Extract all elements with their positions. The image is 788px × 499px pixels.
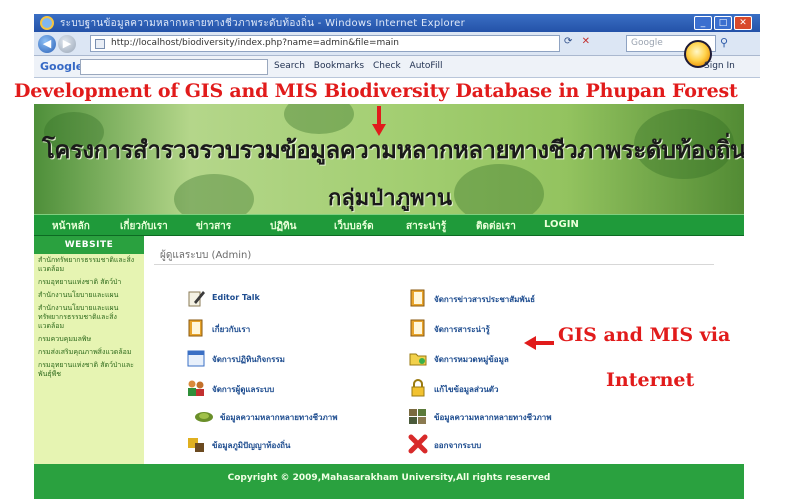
sidebar-link[interactable]: สำนักงานนโยบายและแผนทรัพยากรธรรมชาติและส… — [34, 302, 144, 333]
back-button[interactable]: ◀ — [38, 35, 56, 53]
menu-item-contact[interactable]: ติดต่อเรา — [476, 219, 516, 234]
google-logo: Google — [40, 60, 84, 73]
address-actions: ⟳ ✕ — [564, 36, 590, 47]
book-icon — [410, 319, 425, 337]
address-toolbar: ◀ ▶ http://localhost/biodiversity/index.… — [34, 32, 760, 56]
close-button[interactable]: ✕ — [734, 16, 752, 30]
arrow-left-icon — [524, 336, 554, 350]
sidebar: WEBSITE สำนักทรัพยากรธรรมชาติและสิ่งแวดล… — [34, 236, 144, 464]
page-icon — [95, 39, 105, 49]
logout-icon — [408, 434, 428, 454]
autofill-button[interactable]: AutoFill — [410, 61, 443, 71]
sidebar-link[interactable]: สำนักงานนโยบายและแผน — [34, 289, 144, 302]
sidebar-link[interactable]: กรมอุทยานแห่งชาติ สัตว์ป่า — [34, 276, 144, 289]
window-titlebar: ระบบฐานข้อมูลความหลากหลายทางชีวภาพระดับท… — [34, 14, 760, 32]
admin-item-label: ข้อมูลความหลากหลายทางชีวภาพ — [434, 413, 552, 422]
folder-icon — [409, 353, 427, 366]
site-banner: โครงการสำรวจรวบรวมข้อมูลความหลากหลายทางช… — [34, 104, 744, 214]
annotation-note-line2: Internet — [606, 369, 695, 391]
breadcrumb: ผู้ดูแลระบบ (Admin) — [160, 250, 252, 261]
screenshot: ระบบฐานข้อมูลความหลากหลายทางชีวภาพระดับท… — [0, 0, 788, 499]
menu-item-login[interactable]: LOGIN — [544, 219, 579, 230]
sidebar-header: WEBSITE — [34, 236, 144, 254]
banner-title: โครงการสำรวจรวบรวมข้อมูลความหลากหลายทางช… — [42, 136, 744, 164]
bookmarks-button[interactable]: Bookmarks — [314, 61, 364, 71]
stop-icon[interactable]: ✕ — [582, 36, 590, 47]
menu-item-knowledge[interactable]: สาระน่ารู้ — [406, 219, 446, 234]
admin-item-label: จัดการข่าวสารประชาสัมพันธ์ — [434, 295, 536, 304]
site-footer: Copyright © 2009,Mahasarakham University… — [34, 464, 744, 499]
maximize-button[interactable]: □ — [714, 16, 732, 30]
book-icon — [410, 289, 425, 307]
users-icon — [188, 380, 204, 396]
plant-icon — [195, 412, 213, 422]
lock-icon — [411, 379, 425, 397]
menu-item-webboard[interactable]: เว็บบอร์ด — [334, 219, 374, 234]
copyright-text: Copyright © 2009,Mahasarakham University… — [227, 473, 551, 483]
admin-item-label: Editor Talk — [212, 293, 260, 302]
admin-item-label: จัดการผู้ดูแลระบบ — [212, 385, 275, 394]
book-icon — [188, 319, 203, 337]
sidebar-link[interactable]: กรมอุทยานแห่งชาติ สัตว์ป่าและพันธุ์พืช — [34, 359, 144, 381]
menu-item-news[interactable]: ข่าวสาร — [196, 219, 231, 234]
menu-item-calendar[interactable]: ปฏิทิน — [270, 219, 297, 234]
minimize-button[interactable]: _ — [694, 16, 712, 30]
admin-item-label: ออกจากระบบ — [434, 441, 482, 450]
refresh-icon[interactable]: ⟳ — [564, 36, 572, 47]
admin-item-label: จัดการหมวดหมู่ข้อมูล — [434, 355, 509, 364]
admin-item-label: จัดการสาระน่ารู้ — [434, 325, 490, 334]
gallery-icon — [409, 409, 426, 424]
browser-logo-icon — [40, 16, 54, 30]
sidebar-link[interactable]: กรมส่งเสริมคุณภาพสิ่งแวดล้อม — [34, 346, 144, 359]
check-button[interactable]: Check — [373, 61, 401, 71]
divider — [154, 264, 714, 265]
banner-subtitle: กลุ่มป่าภูพาน — [328, 186, 453, 211]
admin-item-label: ข้อมูลภูมิปัญญาท้องถิ่น — [212, 441, 291, 450]
annotation-title: Development of GIS and MIS Biodiversity … — [14, 80, 738, 102]
site-menu: หน้าหลัก เกี่ยวกับเรา ข่าวสาร ปฏิทิน เว็… — [34, 214, 744, 236]
admin-item-label: เกี่ยวกับเรา — [212, 325, 251, 334]
address-value: http://localhost/biodiversity/index.php?… — [111, 38, 399, 48]
admin-item-label: ข้อมูลความหลากหลายทางชีวภาพ — [220, 413, 338, 422]
google-toolbar-buttons: Search Bookmarks Check AutoFill — [274, 61, 448, 71]
menu-item-about[interactable]: เกี่ยวกับเรา — [120, 219, 168, 234]
sign-in-button[interactable]: Sign In — [704, 61, 735, 71]
forward-button[interactable]: ▶ — [58, 35, 76, 53]
google-toolbar: Google Search Bookmarks Check AutoFill S… — [34, 40, 760, 78]
arrow-down-icon — [372, 106, 386, 136]
puzzle-icon — [188, 438, 204, 452]
search-icon[interactable]: ⚲ — [720, 36, 728, 49]
menu-item-home[interactable]: หน้าหลัก — [52, 219, 90, 234]
address-input[interactable]: http://localhost/biodiversity/index.php?… — [90, 35, 560, 52]
google-search-button[interactable]: Search — [274, 61, 305, 71]
sidebar-link[interactable]: กรมควบคุมมลพิษ — [34, 333, 144, 346]
pen-icon — [188, 291, 205, 307]
sidebar-link[interactable]: สำนักทรัพยากรธรรมชาติและสิ่งแวดล้อม — [34, 254, 144, 276]
window-title: ระบบฐานข้อมูลความหลากหลายทางชีวภาพระดับท… — [60, 18, 466, 29]
calendar-icon — [187, 350, 205, 367]
web-page: โครงการสำรวจรวบรวมข้อมูลความหลากหลายทางช… — [34, 104, 744, 499]
google-search-input[interactable] — [80, 59, 268, 75]
admin-item-label: แก้ไขข้อมูลส่วนตัว — [434, 385, 499, 394]
admin-item-label: จัดการปฏิทินกิจกรรม — [212, 355, 285, 364]
annotation-note-line1: GIS and MIS via — [558, 324, 731, 346]
